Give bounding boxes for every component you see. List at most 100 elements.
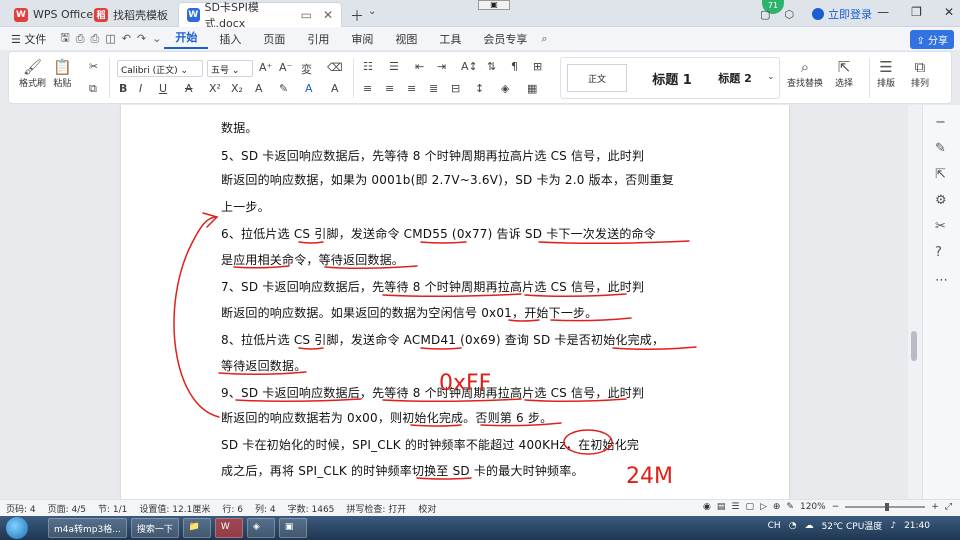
volume-icon[interactable]: ♪ (890, 521, 896, 531)
file-menu[interactable]: ☰ 文件 (0, 31, 57, 47)
line-spacing-icon[interactable]: ↕ (475, 82, 484, 95)
start-button[interactable] (6, 517, 28, 539)
superscript-icon[interactable]: X² (209, 82, 221, 95)
ime-indicator[interactable]: CH (768, 521, 781, 531)
undo-icon[interactable]: ↶ (119, 32, 134, 45)
number-list-icon[interactable]: ☰ (389, 60, 399, 73)
sort-button[interactable]: ☰ 排版 (877, 58, 895, 89)
scroll-thumb[interactable] (911, 331, 917, 361)
document-page[interactable]: 数据。 5、SD 卡返回响应数据后，先等待 8 个时钟周期再拉高片选 CS 信号… (121, 105, 789, 499)
fullscreen-icon[interactable]: ⤢ (945, 502, 952, 512)
more-icon[interactable]: ⋯ (935, 273, 948, 288)
arrange-button[interactable]: ⧉ 排列 (911, 58, 929, 89)
menu-vip[interactable]: 会员专享 (472, 31, 538, 47)
cut-icon[interactable]: ✂ (89, 60, 98, 73)
select-icon[interactable]: ⇱ (935, 167, 946, 182)
status-proof[interactable]: 校对 (412, 502, 442, 515)
format-painter-button[interactable]: 🖌 格式刷 (19, 58, 46, 89)
new-tab-icon[interactable]: ＋ (350, 6, 364, 26)
help-icon[interactable]: ? (935, 245, 942, 260)
style-normal[interactable]: 正文 (567, 64, 627, 92)
read-icon[interactable]: ▢ (745, 502, 754, 512)
save-icon[interactable]: 🖫 (57, 29, 72, 48)
align-right-icon[interactable]: ≡ (407, 82, 416, 95)
monitor-icon[interactable]: ▭ (301, 8, 312, 22)
taskbar-folder[interactable]: 📁 (182, 518, 211, 538)
zoom-slider[interactable] (845, 503, 926, 511)
bullet-list-icon[interactable]: ☷ (363, 60, 373, 73)
menu-reference[interactable]: 引用 (296, 31, 340, 47)
zoom-out-icon[interactable]: − (832, 502, 840, 512)
cube-icon[interactable]: ⬡ (784, 8, 794, 21)
page-view-icon[interactable]: ▤ (717, 502, 726, 512)
paste-button[interactable]: 📋 粘贴 (53, 58, 72, 89)
strikethrough-icon[interactable]: A (185, 82, 193, 95)
menu-review[interactable]: 审阅 (340, 31, 384, 47)
minimize-icon[interactable]: — (877, 5, 889, 19)
outline-icon[interactable]: ☰ (731, 502, 739, 512)
highlight-icon[interactable]: A (255, 82, 263, 95)
eye-icon[interactable]: ◉ (703, 502, 711, 512)
status-spell[interactable]: 拼写检查: 打开 (340, 502, 412, 515)
menu-view[interactable]: 视图 (384, 31, 428, 47)
settings-icon[interactable]: ⚙ (935, 193, 947, 208)
restore-icon[interactable]: ❐ (911, 5, 922, 19)
tab-template[interactable]: 稻 找稻壳模板 (86, 2, 176, 27)
clear-format-icon[interactable]: ⌫ (327, 61, 343, 74)
export-icon[interactable]: ⎙ (73, 32, 88, 46)
select-button[interactable]: ⇱ 选择 (835, 58, 853, 89)
share-button[interactable]: ⇪ 分享 (910, 30, 954, 49)
find-replace-button[interactable]: ⌕ 查找替换 (787, 58, 823, 89)
chevron-down-icon[interactable]: ⌄ (767, 72, 775, 82)
print-icon[interactable]: ⎙ (88, 32, 103, 46)
clock[interactable]: 21:40 (904, 521, 930, 531)
taskbar-app[interactable]: ◈ (246, 518, 275, 538)
highlighter-icon[interactable]: ✎ (279, 82, 288, 95)
style-heading-1[interactable]: 标题 1 (637, 64, 707, 92)
style-heading-2[interactable]: 标题 2 (709, 64, 761, 92)
tools-icon[interactable]: ✂ (935, 219, 946, 234)
pinyin-icon[interactable]: 変 (301, 61, 312, 77)
font-size-select[interactable]: 五号 ⌄ (207, 60, 253, 77)
chevron-down-icon[interactable]: ⌄ (368, 6, 376, 17)
minus-icon[interactable]: − (935, 115, 946, 130)
pen-icon[interactable]: ✎ (786, 502, 794, 512)
taskbar-terminal[interactable]: ▣ (278, 518, 307, 538)
vertical-scrollbar[interactable] (908, 105, 922, 499)
menu-start[interactable]: 开始 (164, 29, 209, 49)
sort-icon[interactable]: ⇅ (487, 60, 496, 73)
redo-icon[interactable]: ↷ (134, 32, 149, 45)
text-direction-icon[interactable]: A↕ (461, 60, 478, 73)
table-icon[interactable]: ⊞ (533, 60, 542, 73)
close-window-icon[interactable]: ✕ (944, 5, 954, 19)
taskbar-item-browser[interactable]: m4a转mp3格... (48, 518, 127, 538)
justify-icon[interactable]: ≣ (429, 82, 438, 95)
window-icon[interactable]: ▢ (760, 8, 770, 21)
increase-indent-icon[interactable]: ⇥ (437, 60, 446, 73)
char-border-icon[interactable]: A (331, 82, 339, 95)
copy-icon[interactable]: ⧉ (89, 82, 97, 96)
tray-icon[interactable]: ◔ (789, 521, 797, 531)
zoom-knob[interactable] (885, 503, 890, 511)
login-button[interactable]: 立即登录 (812, 6, 872, 22)
shrink-font-icon[interactable]: A⁻ (279, 61, 292, 74)
shading-icon[interactable]: ◈ (501, 82, 509, 95)
align-left-icon[interactable]: ≡ (363, 82, 372, 95)
decrease-indent-icon[interactable]: ⇤ (415, 60, 424, 73)
zoom-value[interactable]: 120% (800, 502, 826, 512)
distribute-icon[interactable]: ⊟ (451, 82, 460, 95)
underline-icon[interactable]: U (159, 82, 167, 95)
italic-icon[interactable]: I (139, 82, 142, 95)
preview-icon[interactable]: ◫ (102, 32, 118, 45)
taskbar-search[interactable]: 搜索一下 (130, 518, 179, 538)
taskbar-wps[interactable]: W (214, 518, 243, 538)
menu-tools[interactable]: 工具 (428, 31, 472, 47)
font-color-icon[interactable]: A (305, 82, 313, 95)
subscript-icon[interactable]: X₂ (231, 82, 243, 95)
network-icon[interactable]: ☁ (805, 521, 814, 531)
grow-font-icon[interactable]: A⁺ (259, 61, 272, 74)
align-center-icon[interactable]: ≡ (385, 82, 394, 95)
search-icon[interactable]: ⌕ (538, 32, 550, 46)
close-icon[interactable]: ✕ (323, 8, 333, 22)
chevron-down-icon[interactable]: ⌄ (149, 32, 164, 45)
